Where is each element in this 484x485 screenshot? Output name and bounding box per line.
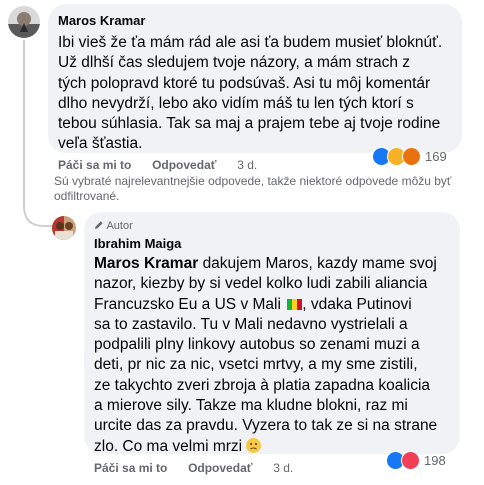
comment-text-line: dlho nevydrží, lebo ako vidím máš tu len… (58, 94, 414, 112)
reaction-count: 169 (425, 148, 447, 164)
reply-button[interactable]: Odpovedať (188, 461, 252, 475)
like-button[interactable]: Páči sa mi to (94, 461, 167, 475)
comment-author[interactable]: Maros Kramar (58, 13, 458, 29)
comment-text-line: Ibi vieš že ťa mám rád ale asi ťa budem … (58, 34, 443, 51)
timestamp[interactable]: 3 d. (273, 461, 293, 475)
avatar-maros-kramar[interactable] (8, 6, 40, 38)
mali-flag-icon (287, 296, 303, 310)
comment-text-line: Už dlhší čas sledujem tvoje názory, a má… (58, 54, 411, 72)
reply-author[interactable]: Ibrahim Maiga (94, 236, 456, 252)
reply-text-line: Maros Kramar dakujem Maros, kazdy mame s… (94, 255, 437, 272)
reply-button[interactable]: Odpovedať (152, 158, 216, 172)
reply-text-line: Francuzsko Eu a US v Mali , vdaka Putino… (94, 295, 412, 313)
love-icon (401, 450, 420, 470)
reply-text-line: deti, pr nic za nic, vsetci mrtvy, a my … (94, 356, 418, 374)
avatar-ibrahim-maiga[interactable] (52, 216, 76, 240)
comment-text-line: tebou súhlasia. Tak sa maj a prajem tebe… (58, 115, 441, 133)
mention-link[interactable]: Maros Kramar (94, 255, 198, 272)
pencil-icon (95, 221, 103, 229)
timestamp[interactable]: 3 d. (237, 158, 257, 172)
reaction-count: 198 (424, 452, 446, 468)
reply-text-line: ze takychto zveri zbroja à platia zapadn… (94, 376, 431, 394)
confused-face-icon (246, 437, 262, 453)
reaction-summary[interactable]: 169 (372, 146, 447, 166)
author-badge: Autor (94, 219, 456, 233)
filter-notice-line: Sú vybraté najrelevantnejšie odpovede, t… (54, 174, 452, 188)
reply-text-line: urcite das za pravdu. Vyzera to tak ze s… (94, 417, 438, 435)
reply-bubble: Autor Ibrahim Maiga Maros Kramar dakujem… (84, 212, 460, 455)
reply-actions: Páči sa mi to Odpovedať 3 d. (94, 461, 293, 475)
reply-reaction-summary[interactable]: 198 (386, 450, 446, 470)
like-button[interactable]: Páči sa mi to (58, 158, 131, 172)
reply-text-line: sa to zastavilo. Tu v Mali nedavno vystr… (94, 315, 408, 333)
comment-text-line: tých polopravd ktoré tu podsúvaš. Asi tu… (58, 74, 431, 92)
reply-text-line: nazor, kiezby by si vedel kolko ludi zab… (94, 275, 428, 293)
reply-text-line: podpalili plny linkovy autobus so zenami… (94, 336, 420, 354)
comment-actions: Páči sa mi to Odpovedať 3 d. (58, 158, 257, 172)
author-badge-label: Autor (106, 220, 133, 232)
comment-bubble: Maros Kramar Ibi vieš že ťa mám rád ale … (48, 4, 462, 153)
angry-icon (402, 146, 421, 166)
filter-notice-line: odfiltrované. (54, 189, 120, 203)
filter-notice: Sú vybraté najrelevantnejšie odpovede, t… (54, 174, 451, 204)
reply-text-line: a mierove sily. Takze ma kludne blokni, … (94, 397, 408, 415)
